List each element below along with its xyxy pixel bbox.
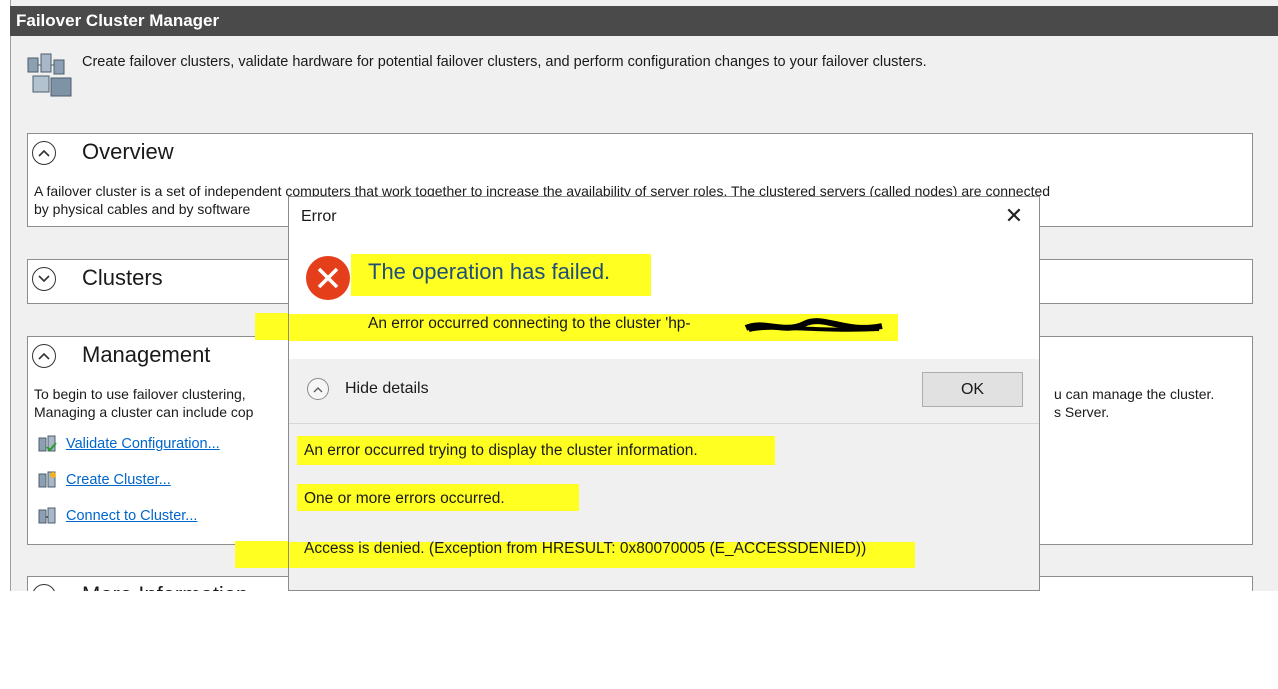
chevron-up-icon: [313, 386, 323, 392]
validate-configuration-label: Validate Configuration...: [66, 435, 220, 452]
console-tree-edge: [0, 0, 11, 591]
chevron-up-icon: [38, 352, 50, 360]
main-instruction: The operation has failed.: [368, 259, 611, 284]
chevron-up-icon: [38, 149, 50, 157]
overview-collapse-button[interactable]: [32, 141, 56, 165]
error-content-text: An error occurred connecting to the clus…: [368, 315, 691, 332]
hide-details-label[interactable]: Hide details: [345, 380, 429, 398]
connect-to-cluster-label: Connect to Cluster...: [66, 507, 198, 524]
snapin-title: Failover Cluster Manager: [10, 6, 1278, 36]
create-cluster-icon: [38, 471, 56, 488]
detail-line-errors-occurred: One or more errors occurred.: [304, 490, 505, 507]
dialog-title: Error: [301, 208, 337, 225]
intro-text: Create failover clusters, validate hardw…: [82, 54, 927, 70]
ok-button[interactable]: OK: [922, 372, 1023, 407]
management-text-line2-right: s Server.: [1054, 404, 1110, 420]
error-icon: [306, 256, 350, 300]
management-text-line1-right: u can manage the cluster.: [1054, 386, 1215, 402]
clusters-expand-button[interactable]: [32, 267, 56, 291]
create-cluster-link[interactable]: Create Cluster...: [38, 471, 171, 489]
management-text-line1: To begin to use failover clustering,: [34, 386, 246, 402]
validate-configuration-icon: [38, 435, 57, 452]
details-toggle-button[interactable]: [307, 378, 329, 400]
clusters-title: Clusters: [82, 265, 163, 290]
overview-title: Overview: [82, 139, 174, 164]
detail-line-display-error: An error occurred trying to display the …: [304, 442, 698, 459]
management-collapse-button[interactable]: [32, 344, 56, 368]
more-information-toggle-button[interactable]: [32, 584, 56, 591]
overview-text-line2: by physical cables and by software: [34, 201, 251, 217]
redaction-scribble: [744, 318, 883, 332]
validate-configuration-link[interactable]: Validate Configuration...: [38, 435, 220, 453]
highlight-mark: [235, 541, 295, 568]
more-information-title: More Information: [82, 582, 248, 591]
management-text-line2: Managing a cluster can include cop: [34, 404, 254, 420]
management-title: Management: [82, 342, 211, 367]
error-dialog: Error ✕ The operation has failed. An err…: [288, 196, 1040, 591]
connect-to-cluster-icon: [38, 507, 56, 524]
dialog-divider: [289, 423, 1039, 424]
close-icon[interactable]: ✕: [1003, 205, 1025, 227]
cluster-manager-icon: [27, 53, 72, 97]
connect-to-cluster-link[interactable]: Connect to Cluster...: [38, 507, 197, 525]
chevron-down-icon: [38, 275, 50, 283]
create-cluster-label: Create Cluster...: [66, 471, 171, 488]
detail-line-access-denied: Access is denied. (Exception from HRESUL…: [304, 540, 867, 557]
